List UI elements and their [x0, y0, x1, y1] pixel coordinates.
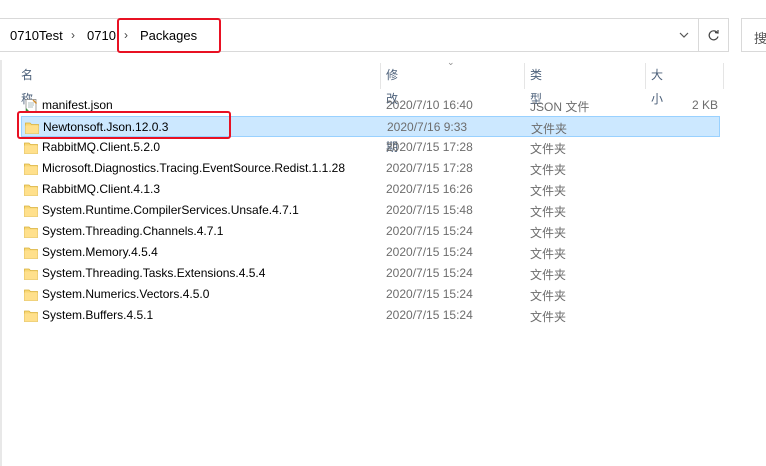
file-row[interactable]: System.Memory.4.5.4 2020/7/15 15:24 文件夹: [21, 242, 720, 263]
folder-icon: [24, 225, 38, 238]
column-header-name[interactable]: 名称: [21, 63, 33, 106]
column-divider[interactable]: [645, 63, 646, 89]
file-name: System.Threading.Channels.4.7.1: [42, 224, 224, 238]
sort-indicator-icon: ⌄: [447, 57, 455, 67]
folder-icon: [24, 309, 38, 322]
file-type: 文件夹: [531, 122, 568, 136]
refresh-icon: [708, 29, 719, 40]
file-type: JSON 文件: [530, 100, 590, 114]
column-header-date[interactable]: 修改日期: [386, 63, 398, 154]
file-name: System.Memory.4.5.4: [42, 245, 158, 259]
annotation-highlight-box: [17, 111, 231, 139]
file-name: System.Threading.Tasks.Extensions.4.5.4: [42, 266, 266, 280]
column-divider[interactable]: [380, 63, 381, 89]
file-type: 文件夹: [530, 268, 567, 282]
modified-date: 2020/7/10 16:40: [386, 98, 473, 112]
breadcrumb-separator-icon[interactable]: ›: [71, 28, 75, 42]
file-name: System.Numerics.Vectors.4.5.0: [42, 287, 210, 301]
modified-date: 2020/7/16 9:33: [387, 120, 468, 134]
breadcrumb-item-0710test[interactable]: 0710Test: [10, 28, 63, 43]
address-dropdown-chevron-icon[interactable]: [671, 19, 697, 51]
modified-date: 2020/7/15 15:24: [386, 245, 473, 259]
file-type: 文件夹: [530, 184, 567, 198]
annotation-highlight-box: [117, 18, 221, 53]
file-type: 文件夹: [530, 310, 567, 324]
modified-date: 2020/7/15 15:24: [386, 224, 473, 238]
file-size: 2 KB: [691, 98, 718, 112]
address-bar[interactable]: 0710Test › 0710 › Packages: [0, 18, 729, 52]
file-row[interactable]: System.Buffers.4.5.1 2020/7/15 15:24 文件夹: [21, 305, 720, 326]
column-divider[interactable]: [723, 63, 724, 89]
file-name: System.Buffers.4.5.1: [42, 308, 154, 322]
breadcrumb-item-0710[interactable]: 0710: [87, 28, 116, 43]
file-type: 文件夹: [530, 289, 567, 303]
modified-date: 2020/7/15 16:26: [386, 182, 473, 196]
folder-icon: [24, 267, 38, 280]
file-type: 文件夹: [530, 205, 567, 219]
file-name: Microsoft.Diagnostics.Tracing.EventSourc…: [42, 161, 346, 175]
file-type: 文件夹: [530, 226, 567, 240]
file-name: RabbitMQ.Client.4.1.3: [42, 182, 161, 196]
folder-icon: [24, 246, 38, 259]
modified-date: 2020/7/15 17:28: [386, 161, 473, 175]
column-divider[interactable]: [524, 63, 525, 89]
modified-date: 2020/7/15 15:24: [386, 266, 473, 280]
folder-icon: [24, 162, 38, 175]
refresh-button[interactable]: [698, 18, 729, 52]
modified-date: 2020/7/15 15:24: [386, 287, 473, 301]
file-name: RabbitMQ.Client.5.2.0: [42, 140, 161, 154]
file-row[interactable]: RabbitMQ.Client.5.2.0 2020/7/15 17:28 文件夹: [21, 137, 720, 158]
file-name: manifest.json: [42, 98, 113, 112]
folder-icon: [24, 288, 38, 301]
column-header-size[interactable]: 大小: [651, 63, 663, 106]
search-input[interactable]: 搜: [741, 18, 766, 52]
left-divider: [0, 60, 2, 466]
modified-date: 2020/7/15 15:24: [386, 308, 473, 322]
file-row[interactable]: System.Runtime.CompilerServices.Unsafe.4…: [21, 200, 720, 221]
modified-date: 2020/7/15 15:48: [386, 203, 473, 217]
file-type: 文件夹: [530, 247, 567, 261]
file-row[interactable]: RabbitMQ.Client.4.1.3 2020/7/15 16:26 文件夹: [21, 179, 720, 200]
file-row[interactable]: System.Threading.Tasks.Extensions.4.5.4 2…: [21, 263, 720, 284]
folder-icon: [24, 204, 38, 217]
file-name: System.Runtime.CompilerServices.Unsafe.4…: [42, 203, 299, 217]
folder-icon: [24, 183, 38, 196]
modified-date: 2020/7/15 17:28: [386, 140, 473, 154]
file-row[interactable]: System.Threading.Channels.4.7.1 2020/7/15…: [21, 221, 720, 242]
column-header-type[interactable]: 类型: [530, 63, 542, 106]
file-type: 文件夹: [530, 142, 567, 156]
folder-icon: [24, 141, 38, 154]
file-row[interactable]: Microsoft.Diagnostics.Tracing.EventSourc…: [21, 158, 720, 179]
search-placeholder: 搜: [754, 31, 766, 46]
file-row[interactable]: System.Numerics.Vectors.4.5.0 2020/7/15 1…: [21, 284, 720, 305]
file-type: 文件夹: [530, 163, 567, 177]
